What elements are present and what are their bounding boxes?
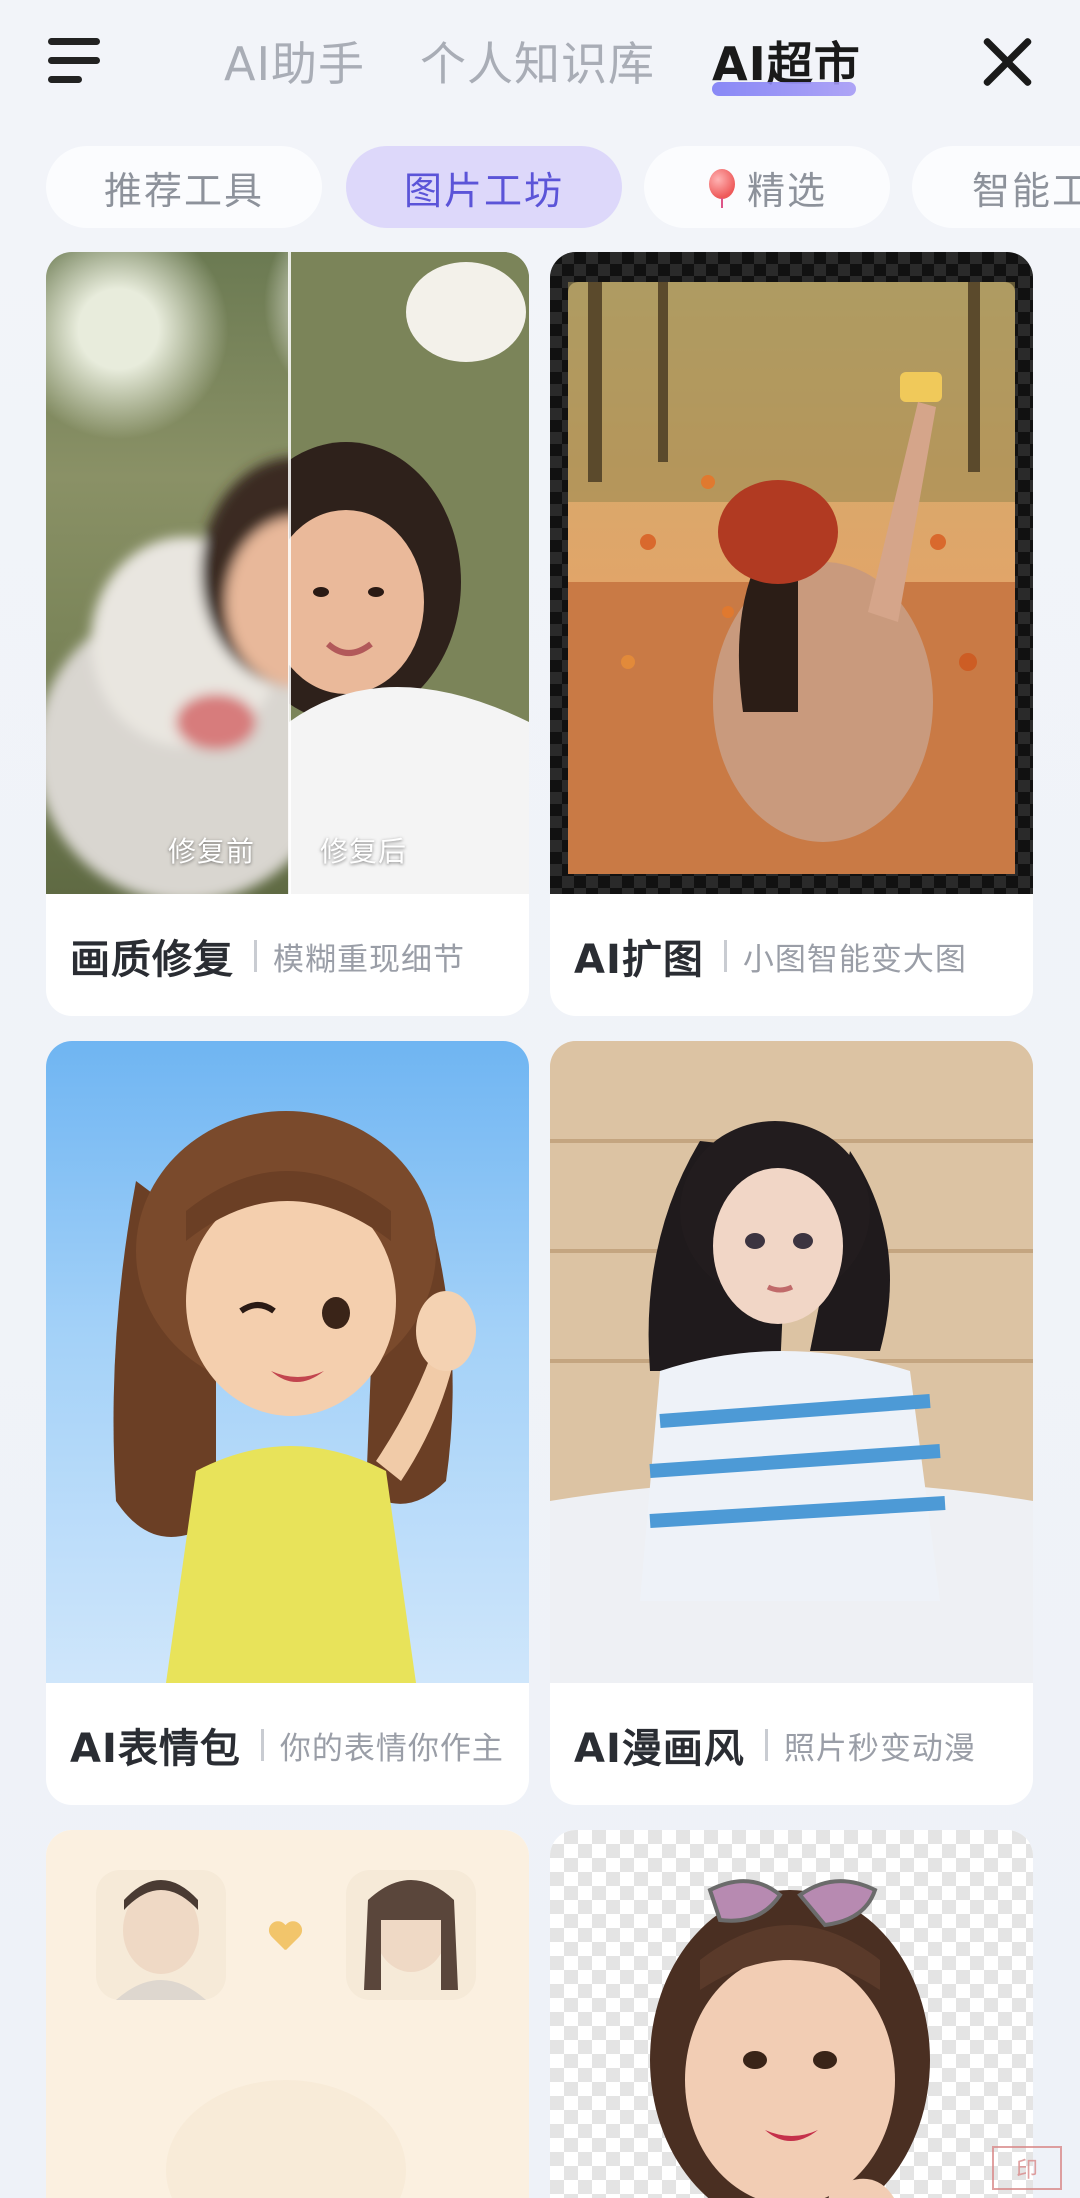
- chip-label: 精选: [746, 168, 827, 213]
- chip-smart-tools[interactable]: 智能工: [912, 146, 1080, 228]
- balloon-icon: [707, 169, 737, 208]
- after-label: 修复后: [320, 835, 408, 868]
- before-label: 修复前: [168, 835, 256, 868]
- card-caption: AI漫画风 照片秒变动漫: [550, 1683, 1033, 1805]
- tool-card-ai-stickers[interactable]: AI表情包 你的表情你作主: [46, 1041, 529, 1805]
- face-pair-illustration: [96, 1870, 476, 2198]
- card-image: [550, 252, 1033, 894]
- caption-divider: [260, 1729, 264, 1761]
- tool-card-cutout[interactable]: [550, 1830, 1033, 2198]
- card-caption: 画质修复 模糊重现细节: [46, 894, 529, 1016]
- tool-card-image-restore[interactable]: 修复前 修复后 画质修复 模糊重现细节: [46, 252, 529, 1016]
- close-icon[interactable]: [980, 34, 1036, 90]
- card-image: [46, 1041, 529, 1683]
- chip-label: 推荐工具: [103, 168, 264, 213]
- card-subtitle: 你的表情你作主: [279, 1730, 504, 1767]
- card-subtitle: 小图智能变大图: [742, 941, 967, 978]
- caption-divider: [764, 1729, 768, 1761]
- card-image: [550, 1041, 1033, 1683]
- card-title: AI扩图: [574, 937, 704, 983]
- chip-label: 图片工坊: [403, 168, 564, 213]
- comic-illustration: [550, 1041, 1033, 1683]
- compare-divider[interactable]: [288, 252, 291, 894]
- chip-label: 智能工: [972, 168, 1080, 213]
- menu-icon[interactable]: [48, 38, 104, 86]
- card-image: [550, 1830, 1033, 2198]
- top-bar: AI助手 个人知识库 AI超市: [0, 0, 1080, 128]
- tool-card-ai-expand[interactable]: AI扩图 小图智能变大图: [550, 252, 1033, 1016]
- caption-divider: [723, 940, 727, 972]
- card-caption: AI扩图 小图智能变大图: [550, 894, 1033, 1016]
- card-title: 画质修复: [70, 937, 234, 983]
- heart-icon: [268, 1922, 302, 1952]
- category-chips: 推荐工具 图片工坊 精选 智能工: [0, 146, 1080, 228]
- tab-ai-assistant[interactable]: AI助手: [224, 28, 365, 94]
- card-caption: AI表情包 你的表情你作主: [46, 1683, 529, 1805]
- chip-image-workshop[interactable]: 图片工坊: [346, 146, 622, 228]
- tab-knowledge-base[interactable]: 个人知识库: [420, 28, 655, 94]
- app-root: AI助手 个人知识库 AI超市 推荐工具 图片工坊 精选 智能工 修复前 修复后…: [0, 0, 1080, 2198]
- chip-featured[interactable]: 精选: [644, 146, 890, 228]
- cutout-illustration: [650, 1879, 930, 2198]
- card-title: AI漫画风: [574, 1726, 745, 1772]
- sticker-illustration: [113, 1111, 476, 1683]
- card-subtitle: 照片秒变动漫: [783, 1730, 976, 1767]
- watermark-stamp: 印: [992, 2146, 1062, 2190]
- tool-card-ai-comic[interactable]: AI漫画风 照片秒变动漫: [550, 1041, 1033, 1805]
- tool-card-face-pair[interactable]: [46, 1830, 529, 2198]
- autumn-illustration: [568, 282, 1015, 874]
- card-image: [46, 1830, 529, 2198]
- card-title: AI表情包: [70, 1726, 241, 1772]
- expanded-photo: [568, 282, 1015, 874]
- card-image: 修复前 修复后: [46, 252, 529, 894]
- card-subtitle: 模糊重现细节: [273, 941, 465, 978]
- caption-divider: [254, 940, 257, 972]
- chip-recommended-tools[interactable]: 推荐工具: [46, 146, 322, 228]
- active-tab-indicator: [712, 82, 856, 96]
